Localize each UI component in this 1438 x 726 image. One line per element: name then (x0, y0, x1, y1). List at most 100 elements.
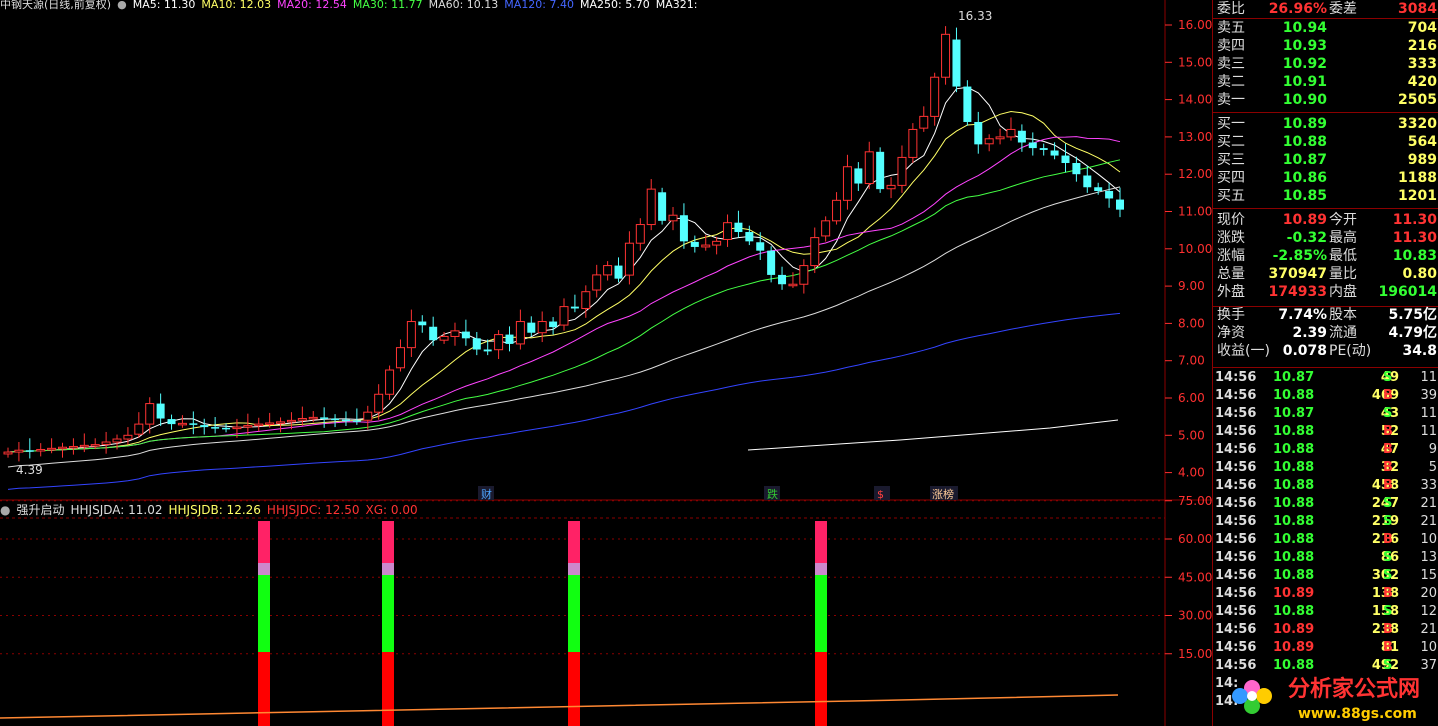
tick-side: S (1383, 604, 1393, 619)
tick-time: 14:56 (1215, 370, 1257, 385)
tick-time: 14:56 (1215, 388, 1257, 403)
tick-time: 14:56 (1215, 514, 1257, 529)
tick-side: B (1383, 460, 1393, 475)
event-tag[interactable]: $ (874, 486, 890, 501)
signal-bar[interactable] (258, 521, 270, 726)
tick-row[interactable]: 14:56 10.88 219 S 21 (1213, 513, 1438, 531)
svg-text:跌: 跌 (767, 487, 778, 501)
signal-bar[interactable] (382, 521, 394, 726)
stat-value: 5.75亿 (1388, 307, 1437, 323)
ma-label: MA10: 12.03 (201, 0, 272, 11)
price-axis-label: 9.00 (1178, 279, 1205, 293)
tick-side: B (1383, 424, 1393, 439)
ask-volume: 333 (1407, 56, 1437, 72)
tick-row[interactable]: 14:56 10.88 52 B 11 (1213, 423, 1438, 441)
stat-row: 外盘 174933 内盘 196014 (1213, 283, 1438, 301)
stat-value: 0.80 (1402, 266, 1437, 282)
stat-label: 量比 (1329, 266, 1357, 282)
stat-value: 370947 (1268, 266, 1327, 282)
event-tag[interactable]: 财 (478, 486, 494, 501)
stat-value: 0.078 (1282, 343, 1327, 359)
tick-count: 11 (1420, 370, 1437, 385)
tick-time: 14:56 (1215, 532, 1257, 547)
tick-price: 10.88 (1273, 514, 1315, 529)
divider (1213, 367, 1438, 368)
signal-bar[interactable] (568, 521, 580, 726)
tick-row[interactable]: 14:56 10.88 247 S 21 (1213, 495, 1438, 513)
tick-count: 39 (1420, 388, 1437, 403)
ask-row: 卖二 10.91 420 (1213, 73, 1438, 91)
tick-count: 21 (1420, 514, 1437, 529)
tick-row[interactable]: 14:56 10.88 216 B 10 (1213, 531, 1438, 549)
candle[interactable] (658, 187, 667, 225)
price-axis-label: 5.00 (1178, 428, 1205, 442)
bid-price: 10.87 (1282, 152, 1327, 168)
tick-row[interactable]: 14:56 10.89 138 B 20 (1213, 585, 1438, 603)
tick-price: 10.88 (1273, 424, 1315, 439)
candle[interactable] (876, 147, 885, 193)
stat-value: 10.83 (1392, 248, 1437, 264)
ask-label: 卖一 (1217, 92, 1245, 108)
bid-row: 买二 10.88 564 (1213, 133, 1438, 151)
price-axis-label: 11.00 (1178, 205, 1212, 219)
tick-side: S (1383, 496, 1393, 511)
tick-row[interactable]: 14:56 10.88 32 B 5 (1213, 459, 1438, 477)
stat-label: 最低 (1329, 248, 1357, 264)
stat-row: 涨跌 -0.32 最高 11.30 (1213, 229, 1438, 247)
tick-row[interactable]: 14:56 10.89 238 B 21 (1213, 621, 1438, 639)
tick-row[interactable]: 14:56 10.88 86 S 13 (1213, 549, 1438, 567)
settings-icon[interactable]: ● (117, 0, 127, 11)
ask-row: 卖四 10.93 216 (1213, 37, 1438, 55)
tick-count: 13 (1420, 550, 1437, 565)
stat-value: 4.79亿 (1388, 325, 1437, 341)
tick-side: B (1383, 640, 1393, 655)
kline-chart[interactable]: 16.00 15.00 14.00 13.00 12.00 11.00 10.00 9.00 8… (0, 0, 1212, 726)
candle[interactable] (908, 123, 918, 164)
tick-side: B (1383, 478, 1393, 493)
tick-row[interactable]: 14:56 10.88 458 B 33 (1213, 477, 1438, 495)
tick-row[interactable]: 14:56 10.87 49 S 11 (1213, 369, 1438, 387)
event-tag[interactable]: 涨榜 (930, 486, 958, 501)
tick-time: 14:56 (1215, 622, 1257, 637)
tick-row[interactable]: 14:56 10.88 47 B 9 (1213, 441, 1438, 459)
tick-price: 10.89 (1273, 622, 1315, 637)
ask-row: 卖三 10.92 333 (1213, 55, 1438, 73)
tick-count: 21 (1420, 496, 1437, 511)
tick-row[interactable]: 14:56 10.88 469 B 39 (1213, 387, 1438, 405)
candle[interactable] (941, 26, 951, 85)
ask-volume: 216 (1407, 38, 1437, 54)
tick-count: 11 (1420, 406, 1437, 421)
candle[interactable] (385, 365, 395, 400)
tick-price: 10.88 (1273, 604, 1315, 619)
watermark-url: www.88gs.com (1298, 706, 1417, 722)
tick-row[interactable]: 14:56 10.87 43 S 11 (1213, 405, 1438, 423)
tick-count: 10 (1420, 640, 1437, 655)
svg-text:$: $ (877, 488, 884, 501)
tick-price: 10.88 (1273, 532, 1315, 547)
price-axis-label: 4.00 (1178, 466, 1205, 480)
tick-time: 14:56 (1215, 406, 1257, 421)
tick-time: 14:56 (1215, 640, 1257, 655)
price-axis-label: 16.00 (1178, 18, 1212, 32)
ma-label: MA250: 5.70 (580, 0, 650, 11)
ask-price: 10.94 (1282, 20, 1327, 36)
tick-count: 20 (1420, 586, 1437, 601)
settings-icon[interactable]: ● (0, 503, 10, 517)
tick-row[interactable]: 14:56 10.88 158 S 12 (1213, 603, 1438, 621)
tick-price: 10.87 (1273, 370, 1315, 385)
ma-label: MA60: 10.13 (428, 0, 499, 11)
tick-price: 10.88 (1273, 442, 1315, 457)
tick-price: 10.89 (1273, 586, 1315, 601)
ma-label: MA30: 11.77 (352, 0, 423, 11)
tick-row[interactable]: 14:56 10.88 302 S 15 (1213, 567, 1438, 585)
tick-price: 10.88 (1273, 460, 1315, 475)
ma-label: MA120: 7.40 (504, 0, 575, 11)
stat-row: 现价 10.89 今开 11.30 (1213, 211, 1438, 229)
candle[interactable] (963, 80, 972, 126)
indicator-axis-label: 15.00 (1178, 647, 1212, 661)
event-tag[interactable]: 跌 (764, 486, 780, 501)
signal-bar[interactable] (815, 521, 827, 726)
tick-count: 33 (1420, 478, 1437, 493)
stat-value: -0.32 (1286, 230, 1327, 246)
tick-row[interactable]: 14:56 10.89 81 B 10 (1213, 639, 1438, 657)
